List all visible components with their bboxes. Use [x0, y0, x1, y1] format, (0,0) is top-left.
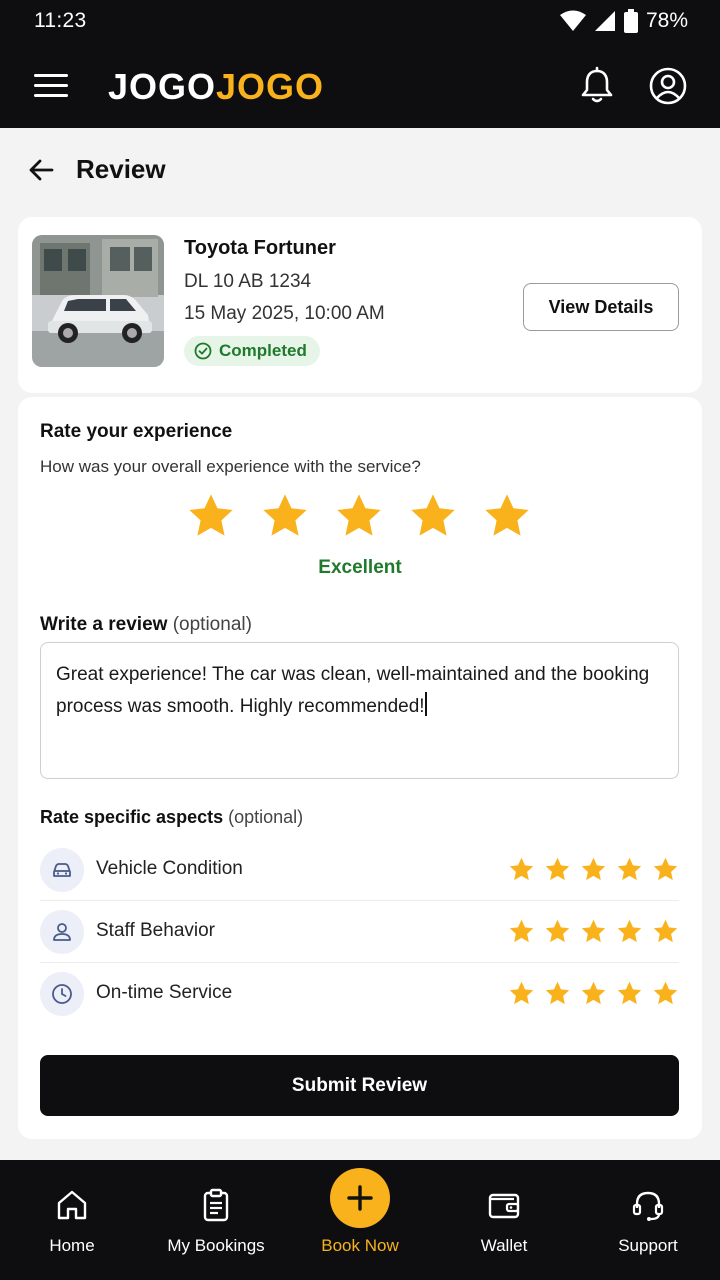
status-bar: 11:23 78%	[0, 0, 720, 44]
star-icon[interactable]	[616, 980, 643, 1007]
menu-button[interactable]	[34, 74, 68, 100]
overall-star-rating	[186, 491, 532, 541]
booking-datetime: 15 May 2025, 10:00 AM	[184, 303, 385, 324]
notification-bell-icon[interactable]	[578, 66, 616, 106]
app-bar: JOGOJOGO	[0, 44, 720, 128]
nav-label: Home	[49, 1236, 95, 1255]
star-icon[interactable]	[544, 856, 571, 883]
clipboard-icon	[203, 1188, 229, 1222]
star-icon[interactable]	[652, 980, 679, 1007]
write-review-title: Write a review	[40, 614, 168, 635]
aspect-name: On-time Service	[96, 982, 233, 1003]
wifi-icon	[559, 10, 586, 31]
battery-icon	[623, 9, 638, 33]
nav-item-book-now[interactable]: Book Now	[288, 1160, 432, 1280]
car-plate: DL 10 AB 1234	[184, 271, 312, 292]
profile-icon[interactable]	[648, 66, 688, 106]
rate-title: Rate your experience	[40, 421, 233, 442]
nav-label: Wallet	[480, 1236, 528, 1255]
submit-review-button[interactable]: Submit Review	[40, 1055, 679, 1116]
star-icon[interactable]	[260, 491, 310, 541]
star-icon[interactable]	[580, 980, 607, 1007]
star-icon[interactable]	[616, 918, 643, 945]
rating-label: Excellent	[318, 557, 402, 578]
optional-hint: (optional)	[228, 807, 304, 827]
booking-card: Toyota Fortuner DL 10 AB 1234 15 May 202…	[18, 217, 702, 393]
review-textarea[interactable]: Great experience! The car was clean, wel…	[40, 642, 679, 779]
star-icon[interactable]	[334, 491, 384, 541]
headset-icon	[632, 1191, 664, 1221]
plus-icon	[347, 1185, 373, 1211]
star-icon[interactable]	[508, 918, 535, 945]
nav-item-home[interactable]: Home	[0, 1160, 144, 1280]
aspects-title: Rate specific aspects	[40, 807, 224, 827]
aspect-stars	[508, 856, 679, 883]
signal-icon	[594, 11, 615, 31]
star-icon[interactable]	[508, 856, 535, 883]
star-icon[interactable]	[544, 980, 571, 1007]
back-arrow-icon[interactable]	[26, 154, 58, 186]
star-icon[interactable]	[616, 856, 643, 883]
status-badge: Completed	[184, 336, 320, 366]
star-icon[interactable]	[580, 918, 607, 945]
clock-icon	[40, 972, 84, 1016]
nav-item-support[interactable]: Support	[576, 1160, 720, 1280]
car-icon	[40, 848, 84, 892]
menu-icon-line	[34, 74, 68, 77]
aspect-row-vehicle-condition: Vehicle Condition	[40, 839, 679, 901]
logo-part-white: JOGO	[108, 66, 217, 107]
nav-label: My Bookings	[167, 1236, 265, 1255]
menu-icon-line	[34, 84, 68, 87]
car-photo	[32, 235, 164, 367]
battery-percent: 78%	[645, 9, 688, 32]
star-icon[interactable]	[652, 856, 679, 883]
optional-hint: (optional)	[172, 614, 252, 635]
aspect-stars	[508, 918, 679, 945]
logo-part-yellow: JOGO	[216, 66, 325, 107]
star-icon[interactable]	[508, 980, 535, 1007]
car-name: Toyota Fortuner	[184, 237, 336, 259]
app-logo: JOGOJOGO	[108, 66, 324, 108]
star-icon[interactable]	[186, 491, 236, 541]
aspects-label: Rate specific aspects (optional)	[40, 807, 303, 828]
status-time: 11:23	[34, 9, 87, 32]
nav-item-wallet[interactable]: Wallet	[432, 1160, 576, 1280]
nav-label: Support	[618, 1236, 678, 1255]
review-text: Great experience! The car was clean, wel…	[56, 664, 650, 717]
nav-label: Book Now	[321, 1236, 399, 1255]
aspect-row-on-time-service: On-time Service	[40, 963, 679, 1025]
person-icon	[40, 910, 84, 954]
aspect-name: Staff Behavior	[96, 920, 216, 941]
status-label: Completed	[219, 341, 307, 360]
write-review-label: Write a review (optional)	[40, 614, 252, 636]
page-title: Review	[76, 154, 166, 184]
home-icon	[57, 1190, 87, 1220]
aspect-name: Vehicle Condition	[96, 858, 243, 879]
text-caret	[424, 692, 427, 716]
rate-question: How was your overall experience with the…	[40, 457, 421, 476]
aspect-row-staff-behavior: Staff Behavior	[40, 901, 679, 963]
review-card: Rate your experience How was your overal…	[18, 397, 702, 1139]
star-icon[interactable]	[408, 491, 458, 541]
check-circle-icon	[194, 342, 212, 360]
book-now-circle	[330, 1168, 390, 1228]
menu-icon-line	[34, 94, 68, 97]
star-icon[interactable]	[544, 918, 571, 945]
star-icon[interactable]	[580, 856, 607, 883]
wallet-icon	[488, 1193, 520, 1219]
status-icons: 78%	[559, 9, 688, 33]
view-details-button[interactable]: View Details	[523, 283, 679, 331]
star-icon[interactable]	[482, 491, 532, 541]
aspect-stars	[508, 980, 679, 1007]
nav-item-my-bookings[interactable]: My Bookings	[144, 1160, 288, 1280]
bottom-nav: Home My Bookings Book Now Wallet Support	[0, 1160, 720, 1280]
star-icon[interactable]	[652, 918, 679, 945]
